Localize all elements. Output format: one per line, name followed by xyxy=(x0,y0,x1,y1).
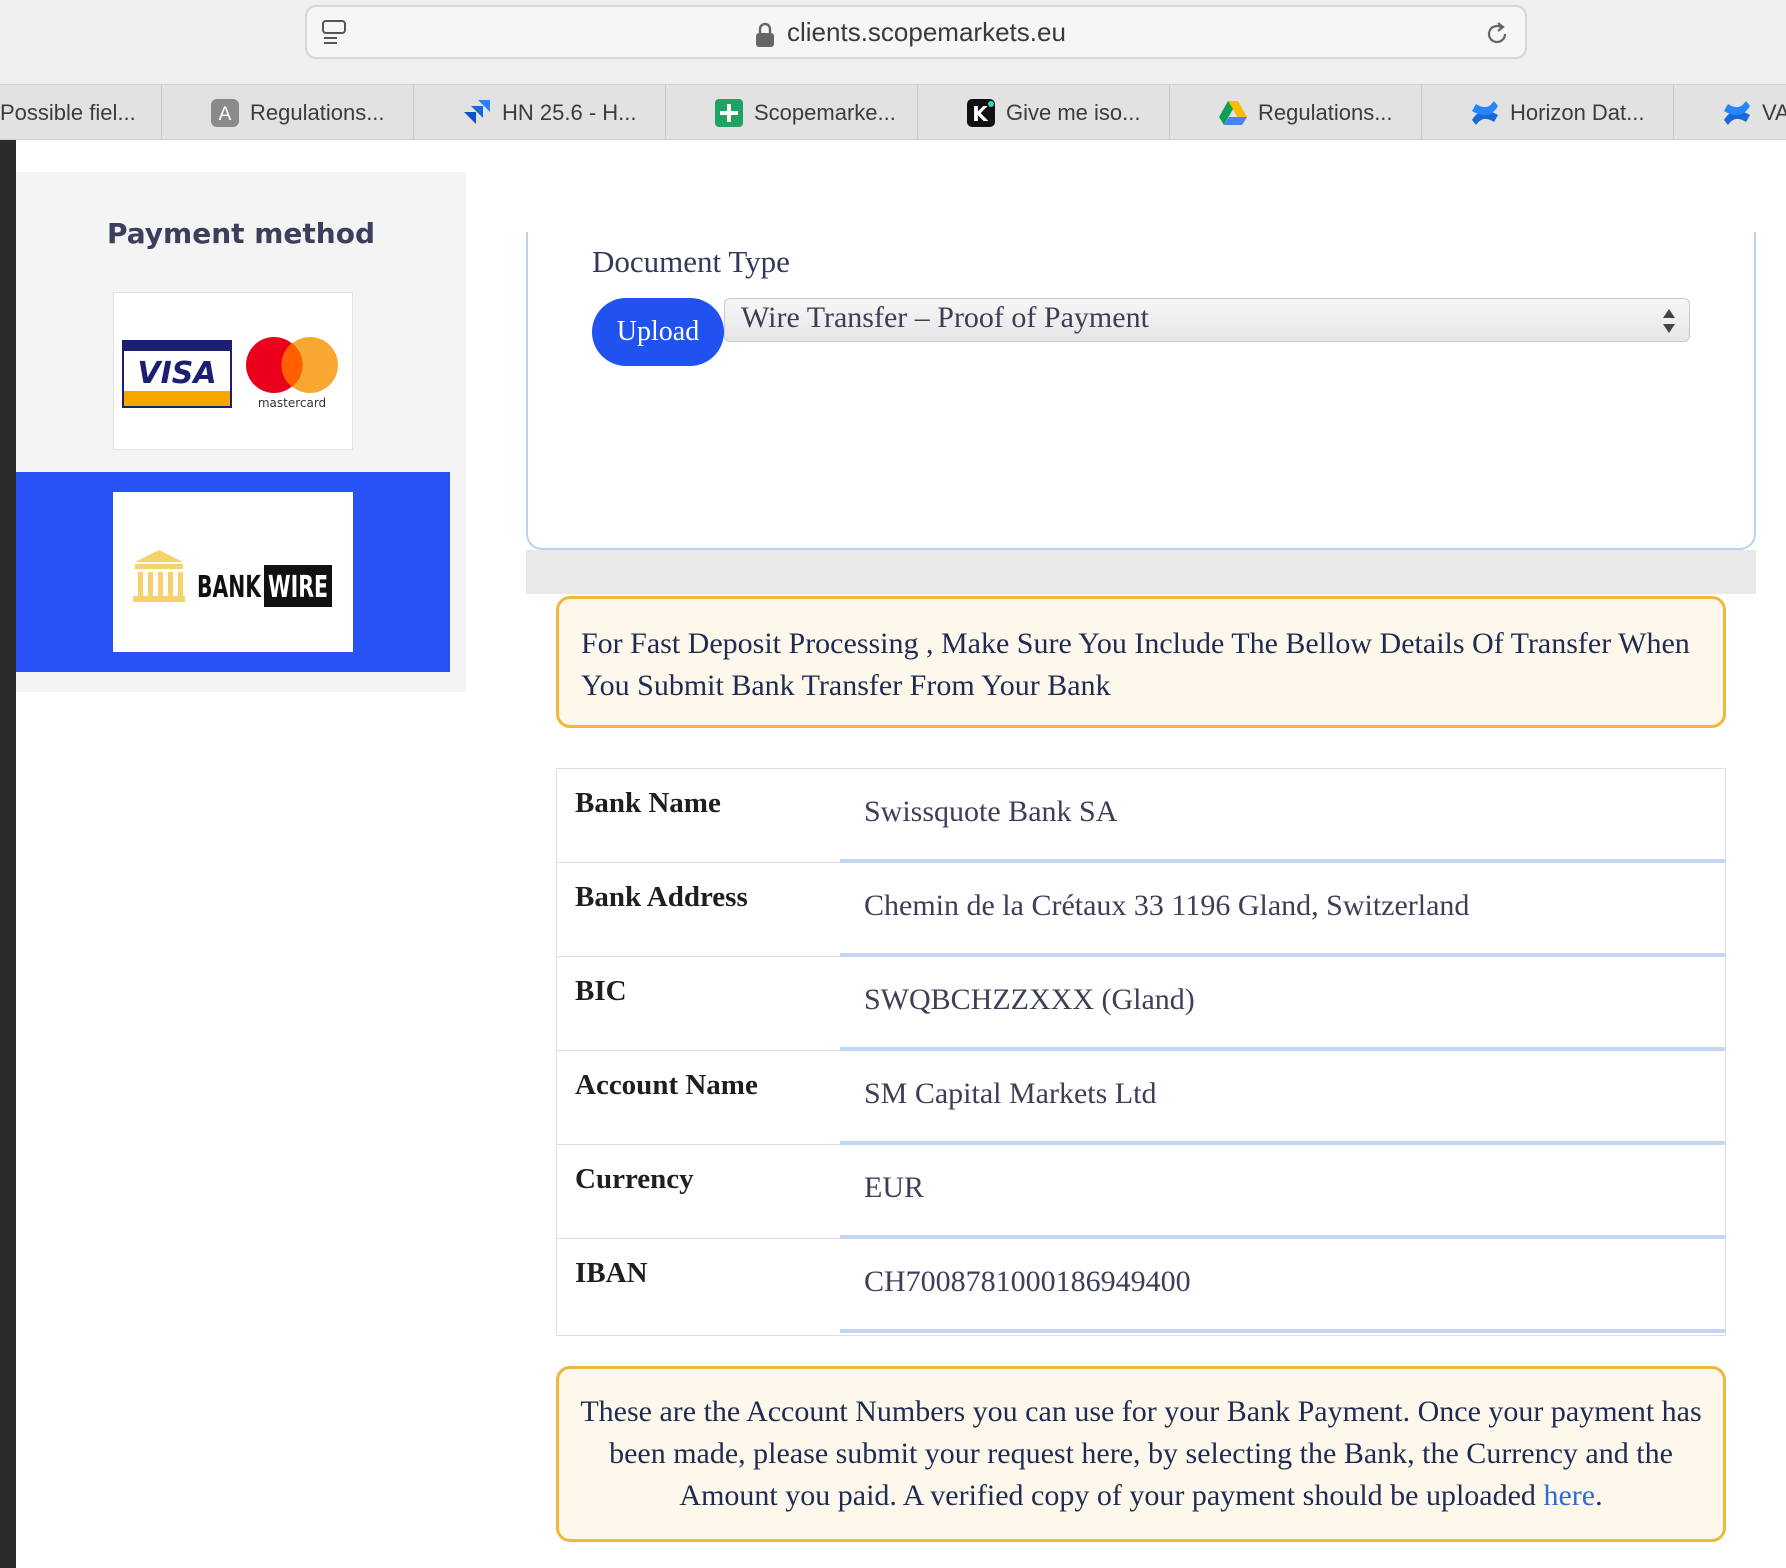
bank-detail-key: IBAN xyxy=(575,1257,648,1289)
tab-scopemarkets-sheet[interactable]: Scopemarke... xyxy=(666,85,918,140)
bankwire-tile: BANK WIRE xyxy=(113,492,353,652)
tab-va[interactable]: VA xyxy=(1674,85,1786,140)
document-type-select[interactable]: Wire Transfer – Proof of Payment xyxy=(724,298,1690,342)
payment-method-panel: Payment method VISA mastercard BANK WIRE xyxy=(16,172,466,692)
select-arrows-icon xyxy=(1663,309,1675,333)
tab-label: HN 25.6 - H... xyxy=(502,99,637,125)
bank-detail-value: SM Capital Markets Ltd xyxy=(864,1077,1157,1110)
confluence-icon xyxy=(1722,98,1752,128)
bank-details-table: Bank Name Swissquote Bank SA Bank Addres… xyxy=(556,768,1726,1336)
account-numbers-notice-text: These are the Account Numbers you can us… xyxy=(580,1395,1702,1512)
svg-text:A: A xyxy=(219,104,232,125)
bank-detail-key: Currency xyxy=(575,1163,694,1195)
bank-wire-logo: BANK WIRE xyxy=(133,550,332,607)
section-divider-band xyxy=(526,550,1756,594)
tab-possible-fields[interactable]: Possible fiel... xyxy=(0,85,162,140)
tab-label: Regulations... xyxy=(250,99,385,125)
browser-toolbar: clients.scopemarkets.eu xyxy=(0,0,1786,84)
wire-text: WIRE xyxy=(268,570,328,605)
address-bar[interactable]: clients.scopemarkets.eu xyxy=(305,5,1527,59)
upload-here-link[interactable]: here xyxy=(1543,1479,1595,1512)
bank-detail-value: Chemin de la Crétaux 33 1196 Gland, Swit… xyxy=(864,889,1470,922)
bank-building-icon xyxy=(133,550,185,602)
document-type-label: Document Type xyxy=(592,244,790,279)
url-text: clients.scopemarkets.eu xyxy=(787,17,1066,47)
letter-a-icon: A xyxy=(210,98,240,128)
tab-regulations-1[interactable]: A Regulations... xyxy=(162,85,414,140)
bank-detail-value: Swissquote Bank SA xyxy=(864,795,1118,828)
tab-label: Possible fiel... xyxy=(0,99,136,125)
jira-icon xyxy=(462,98,492,128)
visa-text: VISA xyxy=(137,356,216,391)
fast-deposit-notice: For Fast Deposit Processing , Make Sure … xyxy=(556,596,1726,728)
table-row: IBAN CH7008781000186949400 xyxy=(557,1239,1725,1333)
document-type-value: Wire Transfer – Proof of Payment xyxy=(741,301,1149,334)
reader-view-icon[interactable] xyxy=(321,19,347,47)
tab-hn-25-6[interactable]: HN 25.6 - H... xyxy=(414,85,666,140)
bank-detail-key: Bank Address xyxy=(575,881,748,913)
table-row: Account Name SM Capital Markets Ltd xyxy=(557,1051,1725,1145)
bank-detail-key: BIC xyxy=(575,975,627,1007)
bank-detail-key: Bank Name xyxy=(575,787,721,819)
tab-label: Horizon Dat... xyxy=(1510,99,1645,125)
visa-mastercard-logo: VISA mastercard xyxy=(122,337,338,410)
tab-label: Scopemarke... xyxy=(754,99,896,125)
confluence-icon xyxy=(1470,98,1500,128)
payment-method-title: Payment method xyxy=(106,217,376,250)
tab-regulations-2[interactable]: Regulations... xyxy=(1170,85,1422,140)
table-row: Bank Address Chemin de la Crétaux 33 119… xyxy=(557,863,1725,957)
notice-end: . xyxy=(1595,1479,1603,1512)
payment-option-card[interactable]: VISA mastercard xyxy=(113,292,353,450)
bank-detail-value: CH7008781000186949400 xyxy=(864,1265,1191,1298)
bank-detail-value: SWQBCHZZXXX (Gland) xyxy=(864,983,1195,1016)
mastercard-text: mastercard xyxy=(258,396,326,410)
lock-icon xyxy=(756,22,774,47)
bookmarks-tab-bar: Possible fiel... A Regulations... HN 25.… xyxy=(0,84,1786,140)
payment-option-bankwire-selected[interactable]: BANK WIRE xyxy=(16,472,450,672)
google-drive-icon xyxy=(1218,98,1248,128)
sheets-icon xyxy=(714,98,744,128)
table-row: BIC SWQBCHZZXXX (Gland) xyxy=(557,957,1725,1051)
table-row: Currency EUR xyxy=(557,1145,1725,1239)
fast-deposit-notice-text: For Fast Deposit Processing , Make Sure … xyxy=(581,627,1690,702)
document-upload-card: Document Type Upload Wire Transfer – Pro… xyxy=(526,232,1756,550)
svg-text:K: K xyxy=(972,102,989,126)
k-app-icon: K xyxy=(966,98,996,128)
tab-horizon-data[interactable]: Horizon Dat... xyxy=(1422,85,1674,140)
bank-detail-value: EUR xyxy=(864,1171,924,1204)
tab-label: Regulations... xyxy=(1258,99,1393,125)
reload-icon[interactable] xyxy=(1483,20,1511,48)
tab-give-me-iso[interactable]: K Give me iso... xyxy=(918,85,1170,140)
upload-button[interactable]: Upload xyxy=(592,298,724,366)
table-row: Bank Name Swissquote Bank SA xyxy=(557,769,1725,863)
tab-label: VA xyxy=(1762,99,1786,125)
window-edge xyxy=(0,140,16,1568)
bank-detail-key: Account Name xyxy=(575,1069,758,1101)
account-numbers-notice: These are the Account Numbers you can us… xyxy=(556,1366,1726,1542)
tab-label: Give me iso... xyxy=(1006,99,1141,125)
bank-text: BANK xyxy=(197,570,262,605)
